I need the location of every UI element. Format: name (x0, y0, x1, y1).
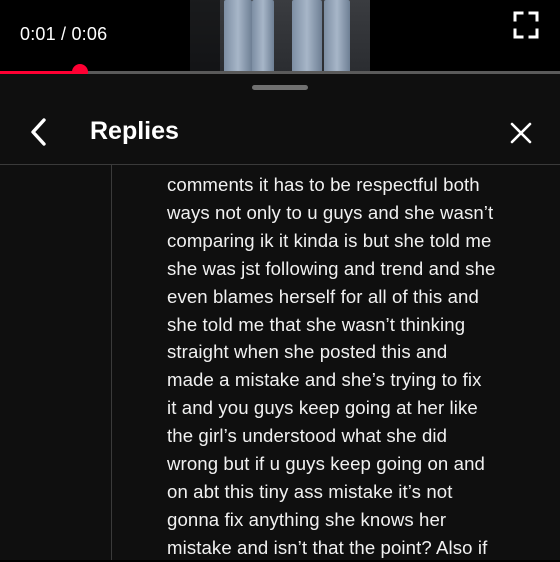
reply-text-line: made a mistake and she’s trying to fix (167, 369, 482, 391)
reply-text-line: on abt this tiny ass mistake it’s not (167, 480, 453, 502)
fullscreen-button[interactable] (512, 10, 540, 40)
playback-time: 0:01 / 0:06 (20, 24, 107, 45)
video-figure-right (292, 0, 322, 74)
time-separator: / (55, 24, 72, 44)
back-button[interactable] (22, 114, 56, 150)
reply-text-line: gonna fix anything she knows her (167, 508, 447, 530)
reply-text-line: straight when she posted this and (167, 341, 448, 363)
fullscreen-icon (513, 11, 539, 39)
progress-scrubber[interactable] (72, 64, 89, 74)
time-total: 0:06 (71, 24, 108, 44)
close-button[interactable] (504, 116, 538, 150)
time-current: 0:01 (20, 24, 56, 44)
sheet-header: Replies (0, 104, 560, 164)
reply-text-line: mistake and isn’t that the point? Also i… (167, 536, 488, 558)
reply-text-line: comparing ik it kinda is but she told me (167, 229, 492, 251)
reply-text-line: it and you guys keep going at her like (167, 397, 478, 419)
reply-text-line: she was jst following and trend and she (167, 257, 496, 279)
drag-handle[interactable] (252, 85, 308, 90)
reply-text-line: ways not only to u guys and she wasn’t (167, 201, 494, 223)
header-divider (0, 164, 560, 165)
reply-text-line: the girl’s understood what she did (167, 425, 448, 447)
reply-text-line: comments it has to be respectful both (167, 174, 480, 195)
video-figure-left-2 (252, 0, 274, 74)
video-figure-left (224, 0, 252, 74)
reply-text-line: even blames herself for all of this and (167, 285, 479, 307)
close-icon (510, 122, 532, 144)
reply-text-line: wrong but if u guys keep going on and (167, 453, 485, 475)
chevron-left-icon (31, 118, 46, 146)
reply-text-line: she told me that she wasn’t thinking (167, 313, 466, 335)
video-frame (190, 0, 370, 74)
replies-sheet: Replies comments it has to be respectful… (0, 74, 560, 560)
page-title: Replies (90, 117, 179, 145)
thread-line (111, 165, 112, 560)
video-player[interactable]: 0:01 / 0:06 (0, 0, 560, 74)
reply-comment-text: comments it has to be respectful both way… (167, 171, 537, 562)
video-figure-right-2 (324, 0, 350, 74)
